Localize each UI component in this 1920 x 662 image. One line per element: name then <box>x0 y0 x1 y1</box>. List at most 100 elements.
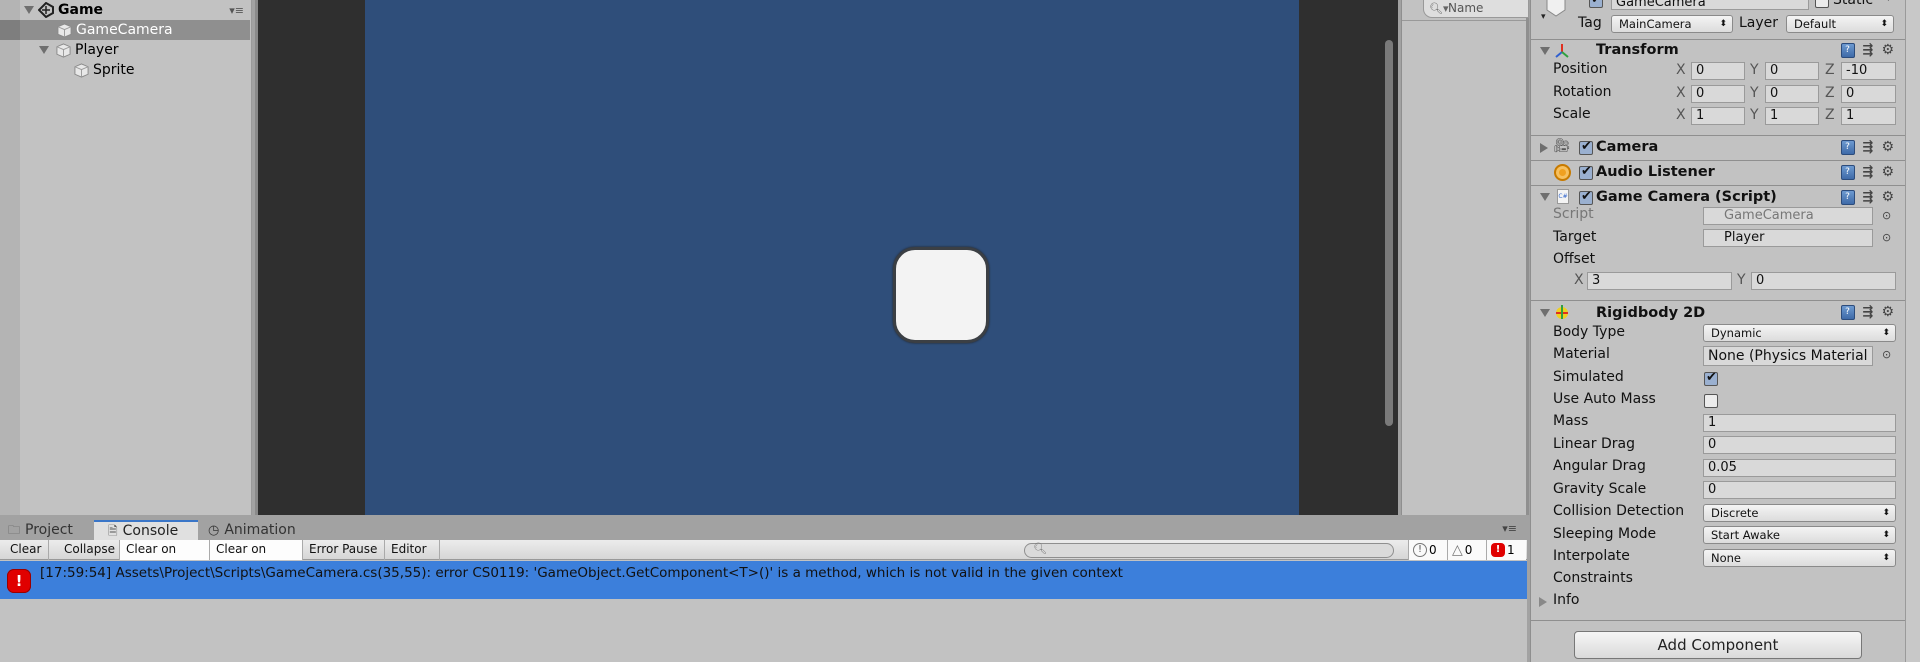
rotation-y-field[interactable]: 0 <box>1765 85 1819 103</box>
offset-x-field[interactable]: 3 <box>1587 272 1732 290</box>
expand-arrow-icon[interactable] <box>1540 143 1548 153</box>
preset-icon[interactable]: ⇶ <box>1863 140 1874 155</box>
script-enabled-checkbox[interactable] <box>1579 189 1593 205</box>
expand-arrow-icon[interactable] <box>24 6 34 14</box>
audio-listener-header[interactable]: Audio Listener ? ⇶ ⚙ <box>1531 161 1906 185</box>
panel-menu-icon[interactable]: ▾≡ <box>1502 522 1517 535</box>
clear-button[interactable]: Clear <box>4 540 49 560</box>
help-book-icon[interactable]: ? <box>1840 139 1855 155</box>
sleeping-mode-dropdown[interactable]: Start Awake ⬍ <box>1703 526 1896 544</box>
target-field[interactable]: Player <box>1703 229 1873 247</box>
use-auto-mass-checkbox[interactable] <box>1704 394 1718 408</box>
rigidbody2d-header[interactable]: Rigidbody 2D ? ⇶ ⚙ <box>1531 301 1906 325</box>
scale-z-field[interactable]: 1 <box>1841 107 1896 125</box>
object-picker-icon[interactable]: ⊙ <box>1882 348 1891 361</box>
clear-on-play-toggle[interactable]: Clear on Play <box>120 540 210 575</box>
mass-label: Mass <box>1553 413 1589 429</box>
rotation-z-field[interactable]: 0 <box>1841 85 1896 103</box>
position-x-field[interactable]: 0 <box>1691 62 1745 80</box>
preset-icon[interactable]: ⇶ <box>1863 165 1874 180</box>
scene-scrollbar[interactable] <box>1385 40 1393 426</box>
mass-field[interactable]: 1 <box>1703 414 1896 432</box>
hierarchy-scene-row[interactable]: Game ▾≡ <box>0 0 250 20</box>
linear-drag-field[interactable]: 0 <box>1703 436 1896 454</box>
axis-z-label: Z <box>1825 85 1835 101</box>
object-picker-icon[interactable]: ⊙ <box>1882 209 1891 222</box>
static-dropdown-arrow-icon[interactable]: ▾ <box>1886 0 1891 4</box>
info-expand-arrow-icon[interactable] <box>1539 597 1547 607</box>
active-checkbox[interactable] <box>1589 0 1603 8</box>
angular-drag-field[interactable]: 0.05 <box>1703 459 1896 477</box>
clear-on-build-toggle[interactable]: Clear on Build <box>210 540 303 575</box>
editor-dropdown[interactable]: Editor ▾ <box>385 540 440 574</box>
game-view[interactable] <box>255 0 1398 515</box>
help-book-icon[interactable]: ? <box>1840 304 1855 320</box>
rotation-x-field[interactable]: 0 <box>1691 85 1745 103</box>
camera-header[interactable]: 🎥︎ Camera ? ⇶ ⚙ <box>1531 136 1906 160</box>
info-count-toggle[interactable]: ! 0 <box>1408 540 1447 560</box>
selection-gutter <box>0 20 20 40</box>
hierarchy-item-sprite[interactable]: Sprite <box>0 60 250 80</box>
tab-console[interactable]: 🗎 Console <box>94 520 198 540</box>
scale-y-field[interactable]: 1 <box>1765 107 1819 125</box>
scale-x-field[interactable]: 1 <box>1691 107 1745 125</box>
preset-icon[interactable]: ⇶ <box>1863 43 1874 58</box>
sleeping-mode-value: Start Awake <box>1711 528 1780 542</box>
object-name-input[interactable]: GameCamera <box>1611 0 1809 10</box>
add-component-button[interactable]: Add Component <box>1574 631 1862 659</box>
gear-icon[interactable]: ⚙ <box>1881 42 1894 58</box>
error-count-toggle[interactable]: ! 1 <box>1486 540 1526 560</box>
collision-detection-label: Collision Detection <box>1553 503 1685 519</box>
body-type-label: Body Type <box>1553 324 1625 340</box>
interpolate-label: Interpolate <box>1553 548 1630 564</box>
audio-listener-enabled-checkbox[interactable] <box>1579 164 1593 180</box>
tag-dropdown[interactable]: MainCamera ⬍ <box>1611 15 1733 33</box>
gear-icon[interactable]: ⚙ <box>1881 139 1894 155</box>
layer-dropdown[interactable]: Default ⬍ <box>1786 15 1894 33</box>
gear-icon[interactable]: ⚙ <box>1881 164 1894 180</box>
preset-icon[interactable]: ⇶ <box>1863 190 1874 205</box>
material-field[interactable]: None (Physics Material 2 <box>1703 346 1873 366</box>
help-book-icon[interactable]: ? <box>1840 164 1855 180</box>
name-search-field[interactable]: 🔍︎▾ Name <box>1423 0 1529 18</box>
preset-icon[interactable]: ⇶ <box>1863 305 1874 320</box>
warning-count-toggle[interactable]: △ 0 <box>1447 540 1486 560</box>
static-checkbox[interactable] <box>1815 0 1829 8</box>
console-log-entry[interactable]: ! [17:59:54] Assets\Project\Scripts\Game… <box>0 561 1527 599</box>
hierarchy-item-player[interactable]: Player <box>0 40 250 60</box>
console-search-input[interactable]: 🔍︎ <box>1024 542 1394 558</box>
help-book-icon[interactable]: ? <box>1840 42 1855 58</box>
console-panel: 🗀 Project 🗎 Console ◷ Animation ▾≡ Clear… <box>0 518 1527 662</box>
constraints-label[interactable]: Constraints <box>1553 570 1633 586</box>
inspector-scrollbar[interactable] <box>1905 0 1920 662</box>
collapse-toggle[interactable]: Collapse <box>58 540 120 560</box>
camera-enabled-checkbox[interactable] <box>1579 139 1593 155</box>
axis-x-label: X <box>1676 85 1686 101</box>
body-type-dropdown[interactable]: Dynamic ⬍ <box>1703 324 1896 342</box>
offset-y-field[interactable]: 0 <box>1751 272 1896 290</box>
position-z-field[interactable]: -10 <box>1841 62 1896 80</box>
simulated-checkbox[interactable] <box>1704 370 1718 386</box>
collapse-arrow-icon[interactable] <box>1540 309 1550 317</box>
collision-detection-dropdown[interactable]: Discrete ⬍ <box>1703 504 1896 522</box>
position-y-field[interactable]: 0 <box>1765 62 1819 80</box>
gear-icon[interactable]: ⚙ <box>1881 304 1894 320</box>
help-book-icon[interactable]: ? <box>1840 189 1855 205</box>
hierarchy-item-gamecamera[interactable]: GameCamera <box>0 20 250 40</box>
tab-animation[interactable]: ◷ Animation <box>208 520 308 540</box>
collapse-arrow-icon[interactable] <box>1540 47 1550 55</box>
hierarchy-menu-icon[interactable]: ▾≡ <box>229 4 244 17</box>
gear-icon[interactable]: ⚙ <box>1881 189 1894 205</box>
expand-arrow-icon[interactable] <box>39 46 49 54</box>
icon-dropdown-arrow-icon[interactable]: ▾ <box>1541 12 1546 22</box>
interpolate-dropdown[interactable]: None ⬍ <box>1703 549 1896 567</box>
tab-label: Console <box>122 522 179 539</box>
body-type-value: Dynamic <box>1711 326 1762 340</box>
player-sprite <box>893 247 989 343</box>
collapse-arrow-icon[interactable] <box>1540 193 1550 201</box>
object-picker-icon[interactable]: ⊙ <box>1882 231 1891 244</box>
tab-project[interactable]: 🗀 Project <box>8 520 93 540</box>
info-label[interactable]: Info <box>1553 592 1580 608</box>
error-pause-toggle[interactable]: Error Pause <box>303 540 385 560</box>
gravity-scale-field[interactable]: 0 <box>1703 481 1896 499</box>
